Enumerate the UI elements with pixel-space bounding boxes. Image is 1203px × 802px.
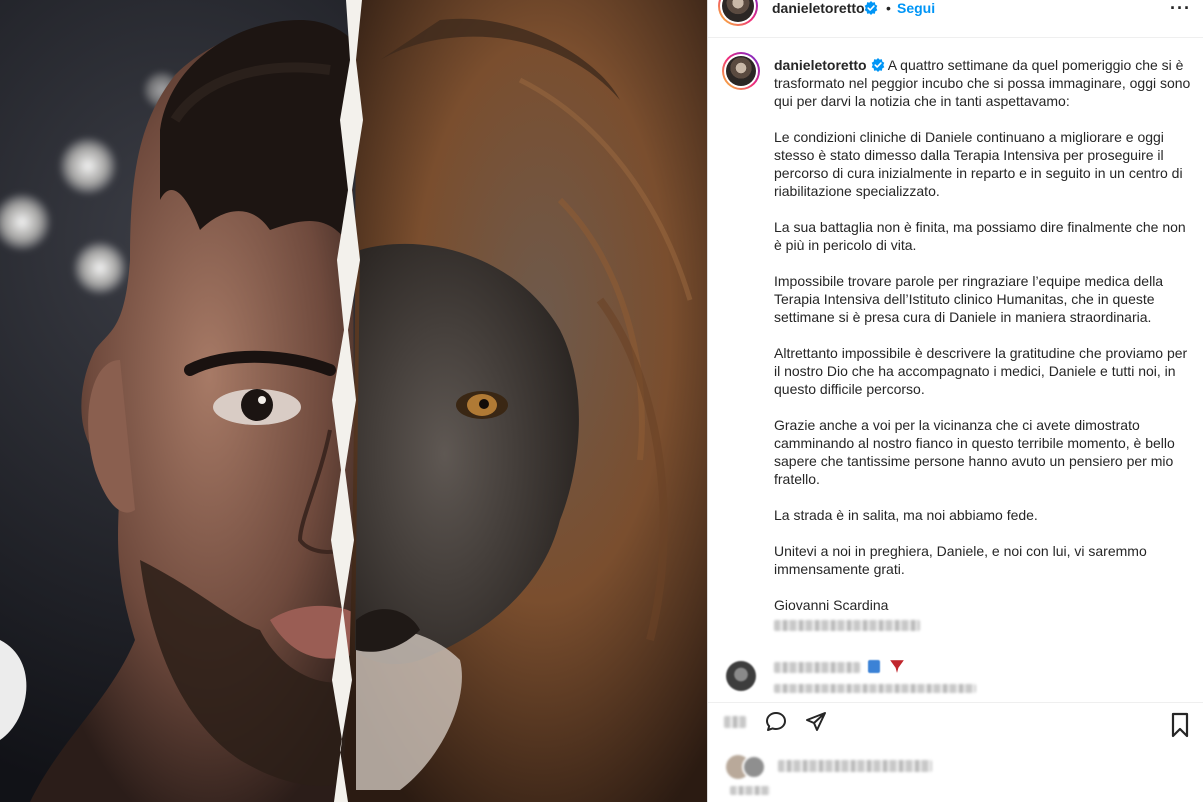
caption-paragraph: Le condizioni cliniche di Daniele contin… xyxy=(774,129,1183,199)
liker-avatar[interactable] xyxy=(742,755,766,779)
caption-signature: Giovanni Scardina xyxy=(774,597,889,613)
heart-emoji-icon xyxy=(890,660,904,673)
post-artwork xyxy=(0,0,707,802)
comment-bubble-icon[interactable] xyxy=(764,710,788,734)
caption-author-avatar[interactable] xyxy=(722,52,760,90)
author-username[interactable]: danieletoretto xyxy=(772,0,865,16)
post-header: danieletoretto • Segui ··· xyxy=(708,0,1203,38)
comment-text-blurred xyxy=(774,662,860,673)
send-arrow-icon[interactable] xyxy=(804,710,828,734)
emoji-icon xyxy=(868,660,880,673)
caption-paragraph: La strada è in salita, ma noi abbiamo fe… xyxy=(774,507,1038,523)
post-detail-panel: danieletoretto • Segui ··· danieletorett… xyxy=(707,0,1203,802)
bookmark-icon[interactable] xyxy=(1168,712,1192,738)
commenter-avatar[interactable] xyxy=(726,661,756,691)
post-date-blurred xyxy=(730,786,770,795)
like-icon[interactable] xyxy=(724,716,746,728)
verified-badge-icon xyxy=(864,1,878,15)
more-options-icon[interactable]: ··· xyxy=(1170,0,1191,19)
author-avatar[interactable] xyxy=(718,0,758,26)
caption-paragraph: Altrettanto impossibile è descrivere la … xyxy=(774,345,1188,397)
caption-paragraph: Grazie anche a voi per la vicinanza che … xyxy=(774,417,1175,487)
verified-badge-icon xyxy=(871,58,884,72)
header-separator: • xyxy=(886,0,891,16)
follow-button[interactable]: Segui xyxy=(897,0,935,16)
caption-paragraph: Unitevi a noi in preghiera, Daniele, e n… xyxy=(774,543,1147,577)
caption-username[interactable]: danieletoretto xyxy=(774,57,867,73)
likes-summary-blurred[interactable] xyxy=(778,760,932,772)
post-image[interactable] xyxy=(0,0,707,802)
divider xyxy=(708,702,1203,703)
caption-paragraph: La sua battaglia non è finita, ma possia… xyxy=(774,219,1186,253)
caption-paragraph: Impossibile trovare parole per ringrazia… xyxy=(774,273,1164,325)
caption-timestamp-blurred xyxy=(774,620,920,631)
comment-meta-blurred xyxy=(774,684,976,693)
post-caption: danieletoretto A quattro settimane da qu… xyxy=(774,56,1192,614)
